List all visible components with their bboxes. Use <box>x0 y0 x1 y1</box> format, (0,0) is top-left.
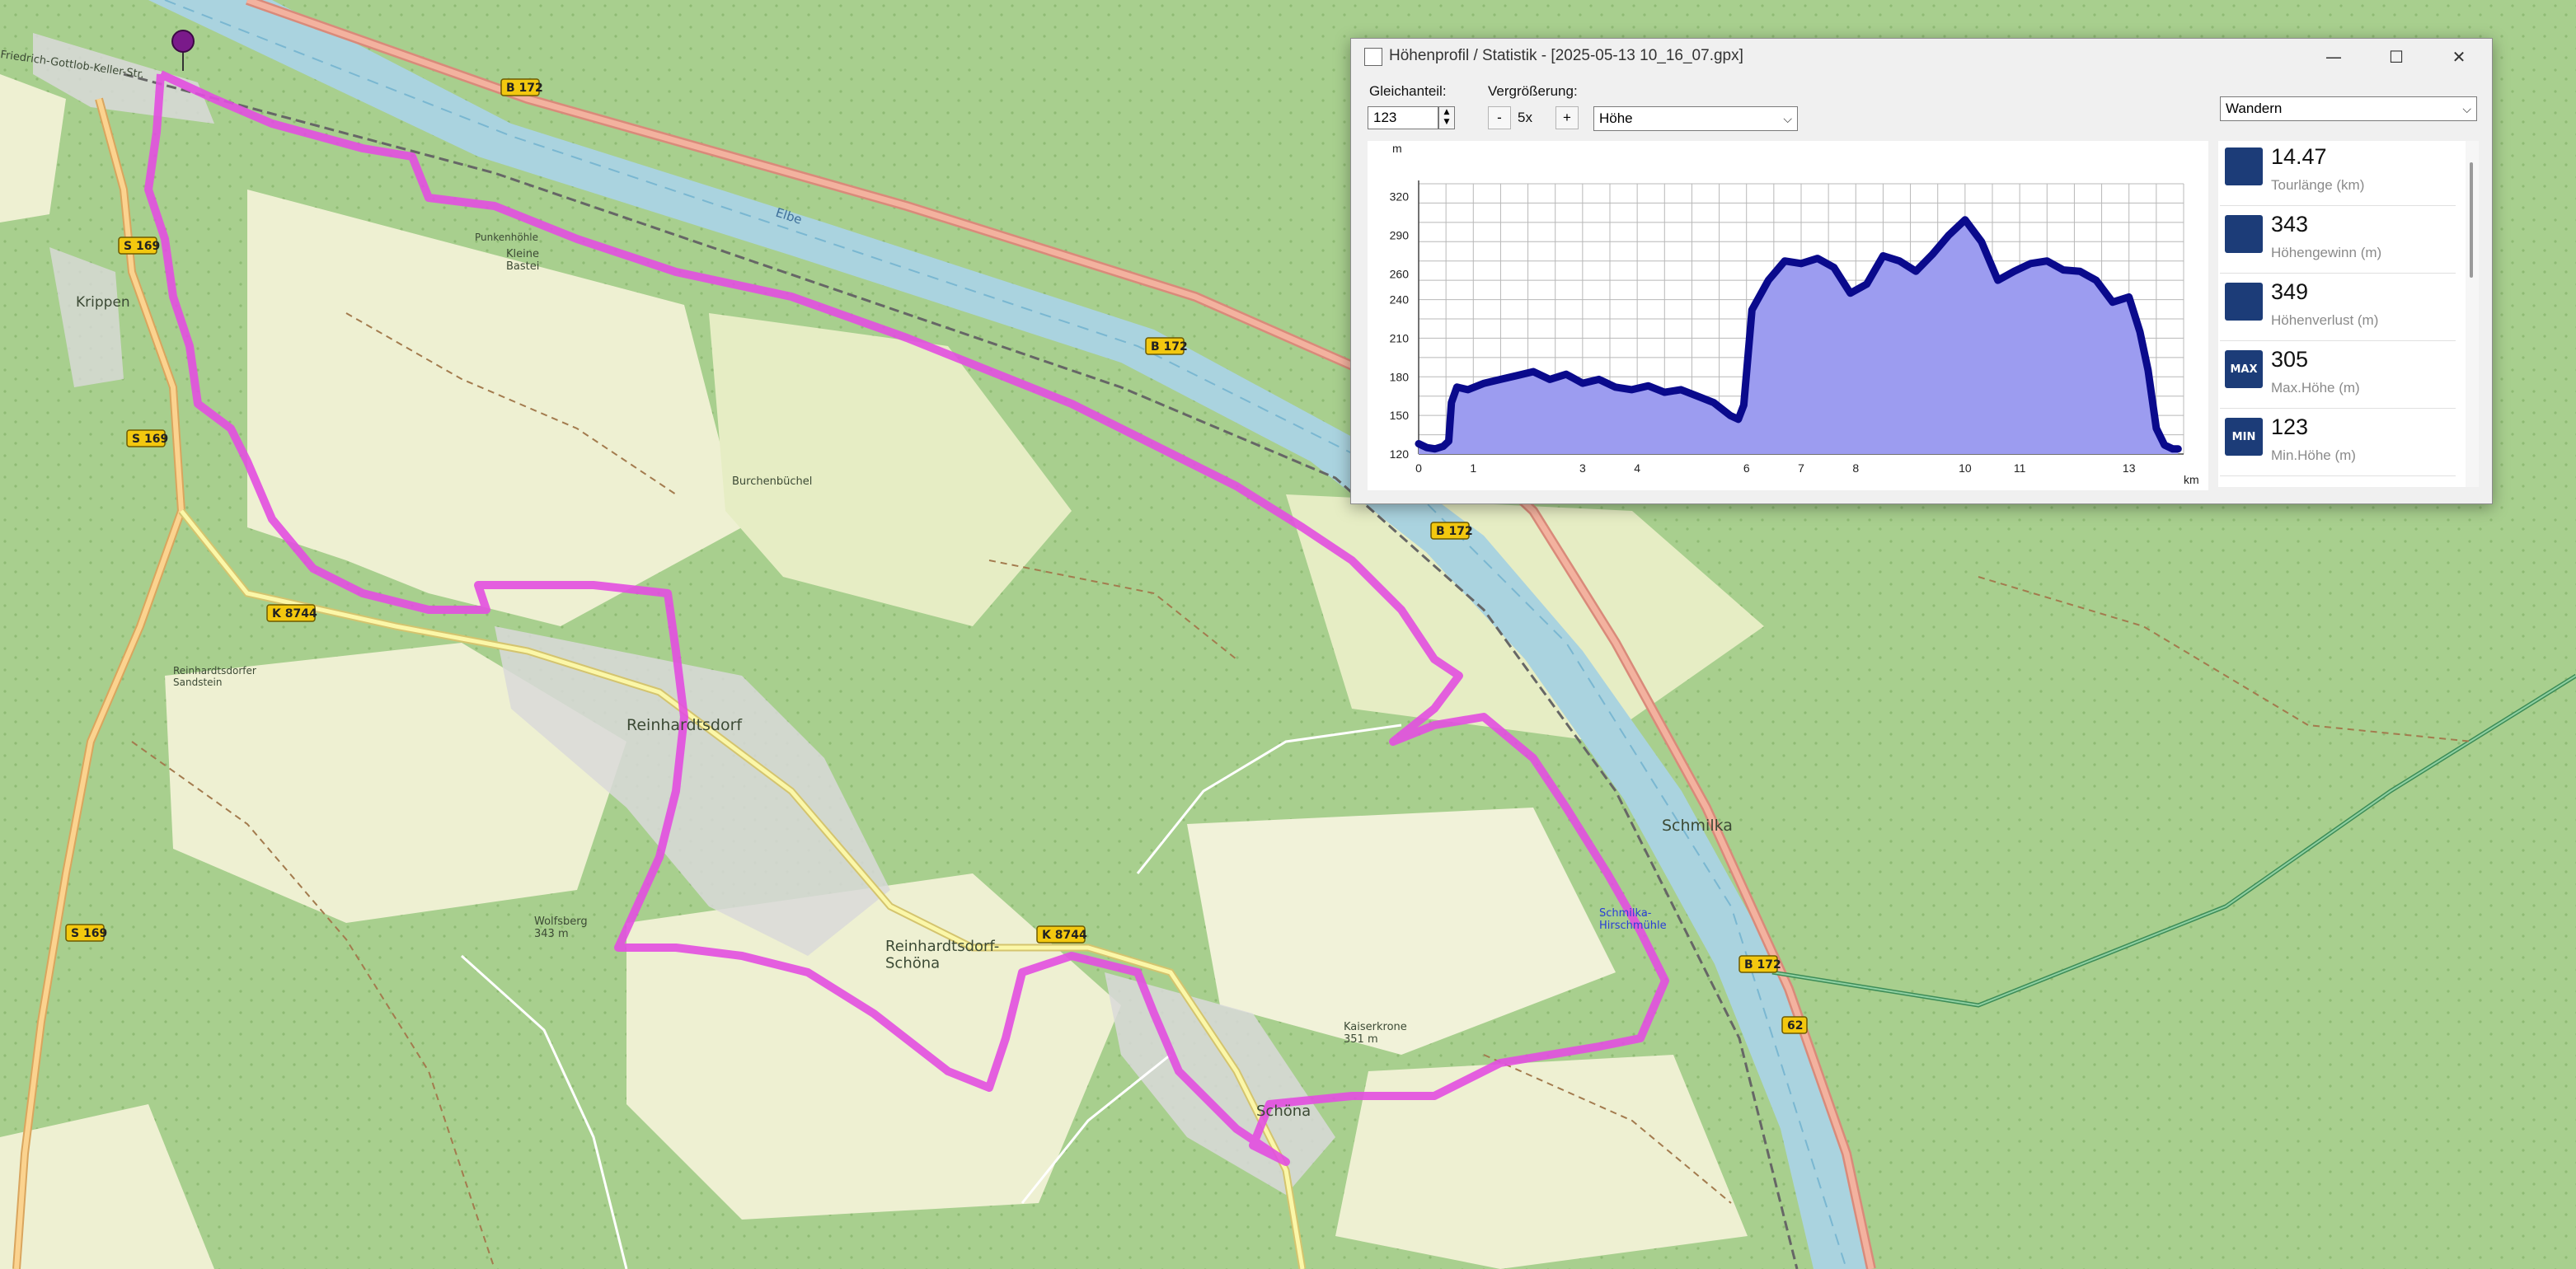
statistics-list[interactable]: 14.47 Tourlänge (km) 343 Höhengewinn (m)… <box>2218 141 2479 487</box>
x-tick-label: 8 <box>1852 461 1859 475</box>
road-badge: B 172 <box>1430 522 1473 540</box>
chevron-down-icon: ⌵ <box>2462 102 2471 115</box>
y-tick-label: 210 <box>1390 331 1410 344</box>
svg-text:B 172: B 172 <box>1151 340 1188 354</box>
y-tick-label: 180 <box>1390 370 1410 383</box>
road-badge: K 8744 <box>266 604 317 622</box>
smooth-input[interactable]: 123 <box>1368 106 1438 129</box>
stat-min-height: MIN 123 Min.Höhe (m) <box>2220 411 2456 476</box>
stat-value: 14.47 <box>2271 144 2327 169</box>
elevation-chart[interactable]: 120 150 180 210 240 260 290 320 0 1 3 4 6 7 8 10 11 13 m … <box>1368 141 2208 490</box>
stat-caption: Max.Höhe (m) <box>2271 380 2360 396</box>
svg-text:S 169: S 169 <box>71 927 107 940</box>
x-tick-label: 1 <box>1470 461 1476 475</box>
stat-value: 123 <box>2271 414 2309 439</box>
y-tick-label: 320 <box>1390 190 1410 204</box>
stat-elevation-loss: 349 Höhenverlust (m) <box>2220 276 2456 341</box>
activity-select[interactable]: Wandern ⌵ <box>2220 96 2477 121</box>
smooth-label: Gleichanteil: <box>1369 83 1447 99</box>
chevron-down-icon: ⌵ <box>1783 112 1792 125</box>
map-label-punkenhohle: Punkenhöhle <box>475 232 538 243</box>
svg-text:K 8744: K 8744 <box>272 607 317 620</box>
x-tick-label: 10 <box>1959 461 1972 475</box>
x-axis-label: km <box>2184 473 2199 486</box>
map-label-reinhardtsdorf: Reinhardtsdorf <box>626 716 743 734</box>
smooth-spinner[interactable]: ▲ ▼ <box>1438 106 1455 129</box>
spin-down-icon[interactable]: ▼ <box>1439 117 1454 127</box>
road-badge: B 172 <box>500 78 543 96</box>
profile-type-select[interactable]: Höhe ⌵ <box>1593 106 1798 131</box>
road-badge: B 172 <box>1738 955 1781 973</box>
elevation-chart-svg: 1201501802102402602903200 1 3 4 6 7 8 10 11 13 m … <box>1390 142 2199 486</box>
stat-elevation-gain: 343 Höhengewinn (m) <box>2220 208 2456 274</box>
stat-max-height: MAX 305 Max.Höhe (m) <box>2220 344 2456 409</box>
y-tick-label: 290 <box>1390 228 1410 241</box>
road-badge: S 169 <box>118 236 160 255</box>
y-tick-label: 240 <box>1390 293 1410 307</box>
map-label-burchenbuchel: Burchenbüchel <box>732 475 812 488</box>
road-badge: S 169 <box>65 924 107 942</box>
map-label-schmilka: Schmilka <box>1662 817 1733 835</box>
svg-text:B 172: B 172 <box>1744 958 1781 972</box>
svg-text:B 172: B 172 <box>506 82 543 95</box>
elevation-loss-icon <box>2225 283 2263 321</box>
svg-text:S 169: S 169 <box>132 433 168 446</box>
x-tick-label: 7 <box>1798 461 1804 475</box>
map-label-krippen: Krippen <box>76 294 130 311</box>
stat-tour-length: 14.47 Tourlänge (km) <box>2220 141 2456 206</box>
zoom-out-button[interactable]: - <box>1488 106 1511 129</box>
y-tick-label: 120 <box>1390 447 1410 461</box>
stat-value: 343 <box>2271 212 2309 236</box>
x-tick-label: 13 <box>2123 461 2136 475</box>
road-badge: K 8744 <box>1036 925 1087 944</box>
y-tick-label: 150 <box>1390 409 1410 422</box>
start-marker-icon <box>171 30 195 53</box>
route-icon <box>2225 148 2263 185</box>
stat-value: 305 <box>2271 347 2309 372</box>
map-label-kleine-bastei: Kleine Bastei <box>506 248 539 273</box>
stat-caption: Tourlänge (km) <box>2271 177 2365 193</box>
x-tick-label: 11 <box>2014 461 2026 475</box>
stat-caption: Höhengewinn (m) <box>2271 245 2382 260</box>
maximize-button[interactable]: ☐ <box>2365 39 2428 75</box>
x-tick-label: 4 <box>1634 461 1640 475</box>
stats-scrollbar[interactable] <box>2466 141 2479 487</box>
spin-up-icon[interactable]: ▲ <box>1439 107 1454 117</box>
y-axis-label: m <box>1392 142 1402 155</box>
svg-text:K 8744: K 8744 <box>1042 929 1087 942</box>
svg-text:S 169: S 169 <box>124 240 160 253</box>
y-tick-label: 260 <box>1390 267 1410 280</box>
road-badge: 62 <box>1781 1016 1808 1034</box>
minimize-button[interactable]: — <box>2302 39 2365 75</box>
x-tick-label: 3 <box>1579 461 1586 475</box>
close-button[interactable]: ✕ <box>2428 39 2490 75</box>
svg-text:62: 62 <box>1787 1019 1803 1033</box>
window-titlebar[interactable]: Höhenprofil / Statistik - [2025-05-13 10… <box>1351 39 2492 75</box>
road-badge: S 169 <box>126 429 168 447</box>
max-height-icon: MAX <box>2225 350 2263 388</box>
elevation-profile-window[interactable]: Höhenprofil / Statistik - [2025-05-13 10… <box>1350 38 2493 504</box>
x-tick-label: 0 <box>1415 461 1422 475</box>
min-height-icon: MIN <box>2225 418 2263 456</box>
stat-value: 349 <box>2271 279 2309 304</box>
zoom-in-button[interactable]: + <box>1555 106 1579 129</box>
x-tick-label: 6 <box>1743 461 1750 475</box>
elevation-gain-icon <box>2225 215 2263 253</box>
scrollbar-thumb[interactable] <box>2470 162 2473 278</box>
map-label-schona: Schöna <box>1256 1103 1311 1120</box>
window-title: Höhenprofil / Statistik - [2025-05-13 10… <box>1389 47 1743 64</box>
svg-text:B 172: B 172 <box>1436 525 1473 538</box>
profile-type-value: Höhe <box>1599 110 1633 126</box>
road-badge: B 172 <box>1145 337 1188 355</box>
app-icon <box>1364 48 1382 66</box>
zoom-value: 5x <box>1518 110 1532 125</box>
activity-value: Wandern <box>2226 101 2283 116</box>
zoom-label: Vergrößerung: <box>1488 83 1578 99</box>
elevation-area <box>1419 219 2179 454</box>
stat-caption: Min.Höhe (m) <box>2271 447 2356 463</box>
stat-caption: Höhenverlust (m) <box>2271 312 2379 328</box>
